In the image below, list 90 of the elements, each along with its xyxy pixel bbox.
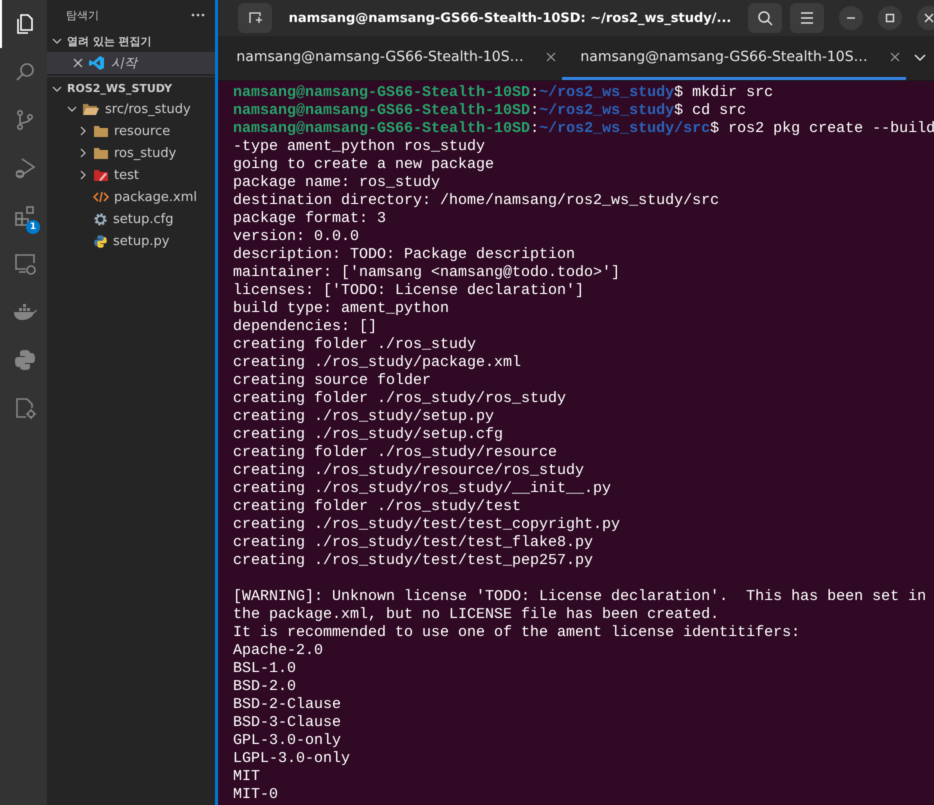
more-icon[interactable] [191,13,205,17]
tree-item[interactable]: src/ros_study [47,98,215,120]
output-line: licenses: ['TODO: License declaration'] [233,282,586,300]
tree-item[interactable]: setup.py [47,230,215,252]
gear-icon [93,212,108,226]
chevron-icon[interactable] [78,126,88,136]
output-line: [WARNING]: Unknown license 'TODO: License declaration'. This has been set in [233,588,928,606]
output-line: build type: ament_python [233,300,450,318]
close-icon[interactable] [546,52,556,62]
folder-icon [93,146,109,160]
search-icon [757,10,773,26]
open-folder-icon [82,102,100,116]
chevron-icon[interactable] [78,170,88,180]
folder-icon [93,124,109,138]
output-line: going to create a new package [233,156,496,174]
tree-item[interactable]: setup.cfg [47,208,215,230]
ribbon-icon [89,55,105,71]
output-line: the package.xml, but no LICENSE file has been created. [233,606,720,624]
menu-icon [800,12,814,24]
output-line: GPL-3.0-only [233,732,342,750]
maximize-button[interactable] [878,6,902,30]
output-line: creating folder ./ros_study/test [233,498,522,516]
window-title: namsang@namsang-GS66-Stealth-10SD: ~/ros2_ws_study/... [288,10,732,26]
code-tag-icon [93,191,109,203]
search-button[interactable] [748,3,782,33]
tree-item[interactable]: package.xml [47,186,215,208]
tree-item[interactable]: resource [47,120,215,142]
open-editor-item[interactable]: 시작 [47,52,215,74]
output-line: -type ament_python ros_study [233,138,486,156]
output-line: creating folder ./ros_study/resource [233,444,558,462]
close-icon [924,13,934,23]
output-line: creating ./ros_study/package.xml [233,354,522,372]
new-tab-icon [247,10,263,26]
output-line: creating ./ros_study/test/test_flake8.py [233,534,594,552]
output-line: BSL-1.0 [233,660,298,678]
section-header[interactable]: 열려 있는 편집기 [47,30,215,52]
output-line: It is recommended to use one of the ament license identitifers: [233,624,802,642]
chevron-icon[interactable] [52,36,62,46]
prompt-line: namsang@namsang-GS66-Stealth-10SD:~/ros2_ws_study$ mkdir src [233,84,774,102]
output-line: Apache-2.0 [233,642,324,660]
terminal-tab[interactable]: namsang@namsang-GS66-Stealth-10S… [218,36,562,80]
output-line: creating folder ./ros_study [233,336,478,354]
output-line: creating ./ros_study/ros_study/__init__.py [233,480,612,498]
output-line: creating folder ./ros_study/ros_study [233,390,568,408]
close-icon[interactable] [73,58,83,68]
chevron-icon[interactable] [67,104,77,114]
output-line: LGPL-3.0-only [233,750,352,768]
output-line: version: 0.0.0 [233,228,360,246]
output-line: creating ./ros_study/setup.cfg [233,426,504,444]
test-folder-icon [93,168,109,182]
output-line: BSD-2.0 [233,678,298,696]
output-line: BSD-3-Clause [233,714,342,732]
tree-item[interactable]: test [47,164,215,186]
output-line: creating ./ros_study/test/test_pep257.py [233,552,594,570]
menu-button[interactable] [790,3,824,33]
run-debug-icon [12,156,36,180]
output-line: creating ./ros_study/resource/ros_study [233,462,586,480]
output-line: MIT [233,768,262,786]
chevron-down-icon [914,54,926,62]
minimize-icon [847,17,855,19]
output-line: MIT-0 [233,786,280,804]
output-line: package name: ros_study [233,174,442,192]
output-line: creating ./ros_study/test/test_copyright.py [233,516,622,534]
close-button[interactable] [917,6,934,30]
output-line: creating ./ros_study/setup.py [233,408,496,426]
output-line: BSD-2-Clause [233,696,342,714]
python-icon [12,348,36,372]
section-header[interactable]: ROS2_WS_STUDY [47,76,215,98]
minimize-button[interactable] [839,6,863,30]
new-tab-button[interactable] [238,3,272,33]
chevron-icon[interactable] [78,148,88,158]
badge-count: 1 [26,220,40,234]
terminal-tab[interactable]: namsang@namsang-GS66-Stealth-10S… [562,36,906,80]
output-line: description: TODO: Package description [233,246,576,264]
output-line: package format: 3 [233,210,388,228]
output-line: dependencies: [] [233,318,378,336]
output-line: maintainer: ['namsang <namsang@todo.todo>'] [233,264,622,282]
prompt-line: namsang@namsang-GS66-Stealth-10SD:~/ros2_ws_study/src$ ros2 pkg create --build [233,120,934,138]
chevron-icon[interactable] [52,84,62,94]
output-line: destination directory: /home/namsang/ros2_ws_study/src [233,192,720,210]
close-icon[interactable] [890,52,900,62]
tree-item[interactable]: ros_study [47,142,215,164]
output-line: creating source folder [233,372,432,390]
sidebar-title: 탐색기 [66,8,99,22]
maximize-icon [885,13,895,23]
python-icon [93,234,108,248]
activity-item[interactable]: 1 [0,192,47,240]
extensions-icon [12,204,36,228]
prompt-line: namsang@namsang-GS66-Stealth-10SD:~/ros2_ws_study$ cd src [233,102,748,120]
monitor-icon [12,252,36,276]
